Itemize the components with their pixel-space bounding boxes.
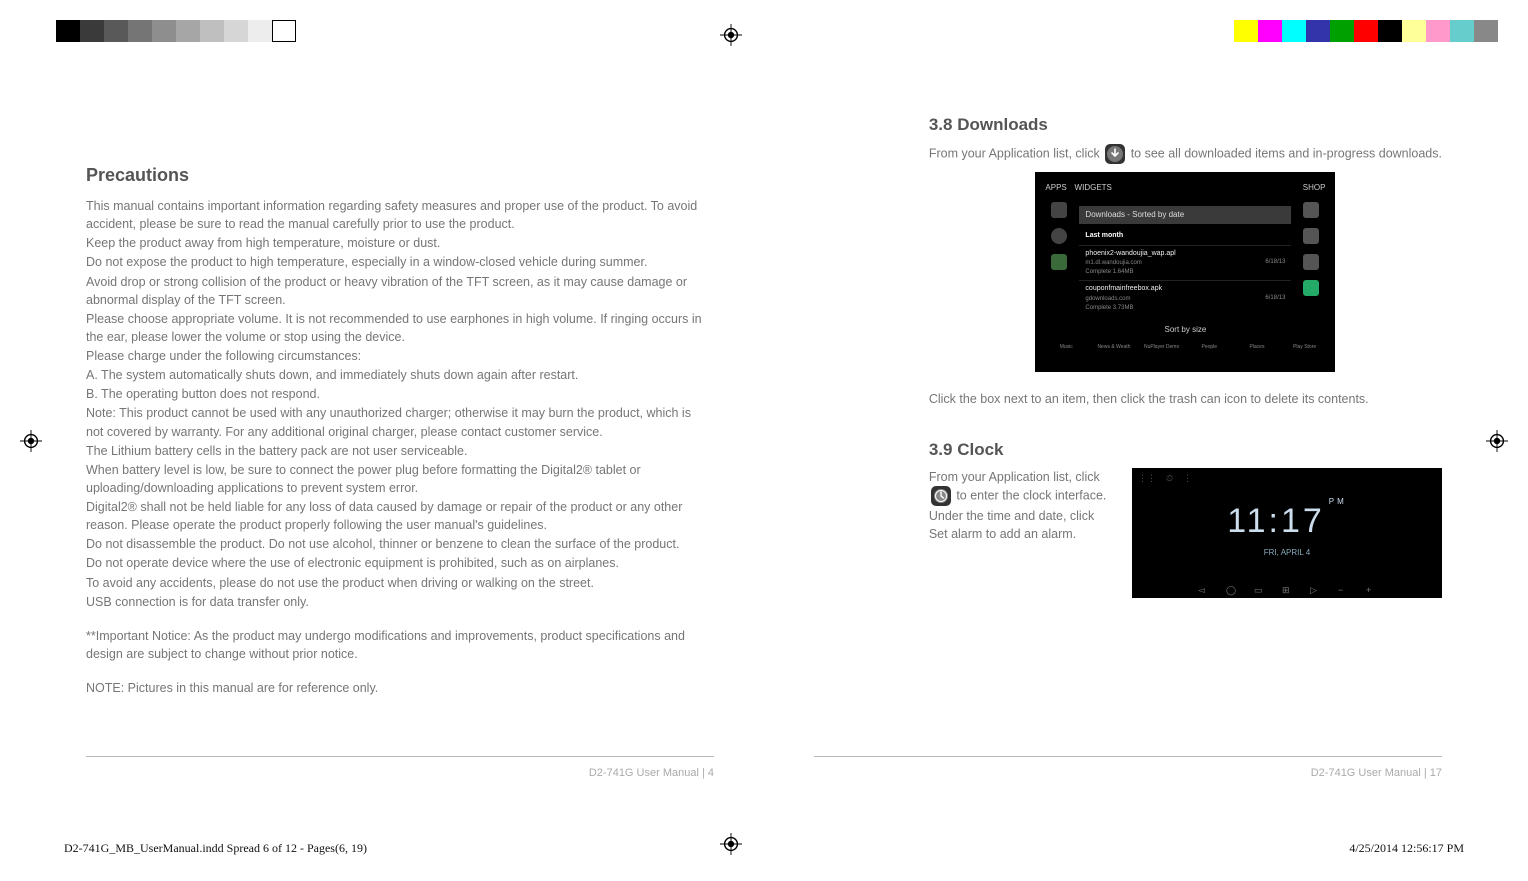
swatch [200, 20, 224, 42]
swatch [248, 20, 272, 42]
doc-footer-file: D2-741G_MB_UserManual.indd Spread 6 of 1… [64, 839, 367, 857]
ss-shop: SHOP [1303, 182, 1326, 195]
precautions-paragraph: Please charge under the following circum… [86, 347, 706, 365]
precautions-paragraph: Please choose appropriate volume. It is … [86, 310, 706, 346]
precautions-paragraph: Avoid drop or strong collision of the pr… [86, 273, 706, 309]
color-calibration-strip [1234, 20, 1498, 42]
ss-tab-apps: APPS [1045, 183, 1066, 192]
swatch [128, 20, 152, 42]
swatch [224, 20, 248, 42]
time-value: 11:17 [1227, 502, 1325, 540]
text-fragment: to enter the clock interface. [956, 489, 1106, 503]
clock-screenshot: ⋮⋮ ⏲ ⋮ 11:17 PM FRI, APRIL 4 ◅◯▭⊞▷−+ [1132, 468, 1442, 598]
precautions-paragraph: Note: This product cannot be used with a… [86, 404, 706, 440]
downloads-icon [1105, 144, 1125, 164]
precautions-paragraph: The Lithium battery cells in the battery… [86, 442, 706, 460]
swatch [104, 20, 128, 42]
downloads-section: 3.8 Downloads From your Application list… [929, 112, 1442, 409]
ss-nav-icon: ⋮⋮ [1138, 472, 1156, 486]
doc-footer-timestamp: 4/25/2014 12:56:17 PM [1349, 839, 1464, 857]
ss-download-item: couponfmainfreebox.apkgdownloads.comComp… [1079, 280, 1291, 316]
left-page-footer: D2-741G User Manual | 4 [86, 756, 714, 782]
downloads-screenshot: APPS WIDGETS SHOP [1035, 172, 1335, 372]
spread: Precautions This manual contains importa… [86, 112, 1442, 781]
swatch [1450, 20, 1474, 42]
swatch [1330, 20, 1354, 42]
important-notice: **Important Notice: As the product may u… [86, 627, 706, 663]
ss-tab-widgets: WIDGETS [1075, 183, 1112, 192]
swatch [1474, 20, 1498, 42]
ss-clock-date: FRI, APRIL 4 [1132, 547, 1442, 559]
swatch [1258, 20, 1282, 42]
swatch [152, 20, 176, 42]
swatch [1426, 20, 1450, 42]
clock-icon [931, 486, 951, 506]
precautions-paragraph: A. The system automatically shuts down, … [86, 366, 706, 384]
downloads-instruction: Click the box next to an item, then clic… [929, 390, 1442, 408]
ss-side-icon [1303, 202, 1319, 218]
swatch [1402, 20, 1426, 42]
ss-app-label: Places [1236, 344, 1278, 352]
clock-heading: 3.9 Clock [929, 437, 1442, 463]
ss-android-navbar: ◅◯▭⊞▷−+ [1132, 584, 1442, 594]
swatch [80, 20, 104, 42]
ss-downloads-title: Downloads - Sorted by date [1079, 206, 1291, 224]
downloads-heading: 3.8 Downloads [929, 112, 1442, 138]
precautions-paragraph: To avoid any accidents, please do not us… [86, 574, 706, 592]
precautions-paragraph: When battery level is low, be sure to co… [86, 461, 706, 497]
swatch [176, 20, 200, 42]
registration-mark-icon [720, 24, 742, 46]
ss-download-item: phoenix2-wandoujia_wap.aplm1.dl.wandouji… [1079, 245, 1291, 281]
precautions-paragraph: Digital2® shall not be held liable for a… [86, 498, 706, 534]
ss-nav-icon: ⋮ [1183, 472, 1192, 486]
ss-app-label: Music [1045, 344, 1087, 352]
page-wrap: Precautions This manual contains importa… [0, 0, 1528, 881]
ss-side-icon [1051, 228, 1067, 244]
swatch [1354, 20, 1378, 42]
ss-app-label: News & Weath [1093, 344, 1135, 352]
registration-mark-icon [1486, 430, 1508, 452]
text-fragment: From your Application list, click [929, 470, 1100, 484]
swatch [272, 20, 296, 42]
text-fragment: From your Application list, click [929, 146, 1103, 160]
ss-side-icon [1051, 254, 1067, 270]
ss-sort-by-size: Sort by size [1079, 324, 1291, 336]
ss-side-icon [1303, 280, 1319, 296]
precautions-paragraph: Do not operate device where the use of e… [86, 554, 706, 572]
ss-side-icon [1303, 228, 1319, 244]
precautions-paragraph: This manual contains important informati… [86, 197, 706, 233]
precautions-paragraph: Do not disassemble the product. Do not u… [86, 535, 706, 553]
precautions-paragraph: USB connection is for data transfer only… [86, 593, 706, 611]
ss-group: Last month [1079, 228, 1291, 245]
ss-side-icon [1303, 254, 1319, 270]
ss-app-label: NuPlayer Demo [1141, 344, 1183, 352]
downloads-line1: From your Application list, click to see… [929, 144, 1442, 164]
right-page: 3.8 Downloads From your Application list… [814, 112, 1442, 781]
document-footer: D2-741G_MB_UserManual.indd Spread 6 of 1… [64, 839, 1464, 857]
clock-section: 3.9 Clock ⋮⋮ ⏲ ⋮ 11:17 PM FRI, APRIL 4 ◅◯… [929, 437, 1442, 599]
precautions-paragraph: Do not expose the product to high temper… [86, 253, 706, 271]
registration-mark-icon [20, 430, 42, 452]
left-page: Precautions This manual contains importa… [86, 112, 714, 781]
precautions-heading: Precautions [86, 162, 706, 189]
swatch [1282, 20, 1306, 42]
swatch [56, 20, 80, 42]
swatch [1306, 20, 1330, 42]
text-fragment: to see all downloaded items and in-progr… [1131, 146, 1442, 160]
swatch [1378, 20, 1402, 42]
grayscale-calibration-strip [56, 20, 296, 42]
ss-side-icon [1051, 202, 1067, 218]
swatch [1234, 20, 1258, 42]
time-ampm: PM [1329, 497, 1347, 506]
precautions-paragraph: B. The operating button does not respond… [86, 385, 706, 403]
precautions-body: This manual contains important informati… [86, 197, 706, 611]
right-page-footer: D2-741G User Manual | 17 [814, 756, 1442, 782]
ss-app-label: People [1188, 344, 1230, 352]
ss-app-label: Play Store [1284, 344, 1326, 352]
precautions-paragraph: Keep the product away from high temperat… [86, 234, 706, 252]
ss-nav-icon: ⏲ [1166, 472, 1173, 486]
reference-note: NOTE: Pictures in this manual are for re… [86, 679, 706, 697]
